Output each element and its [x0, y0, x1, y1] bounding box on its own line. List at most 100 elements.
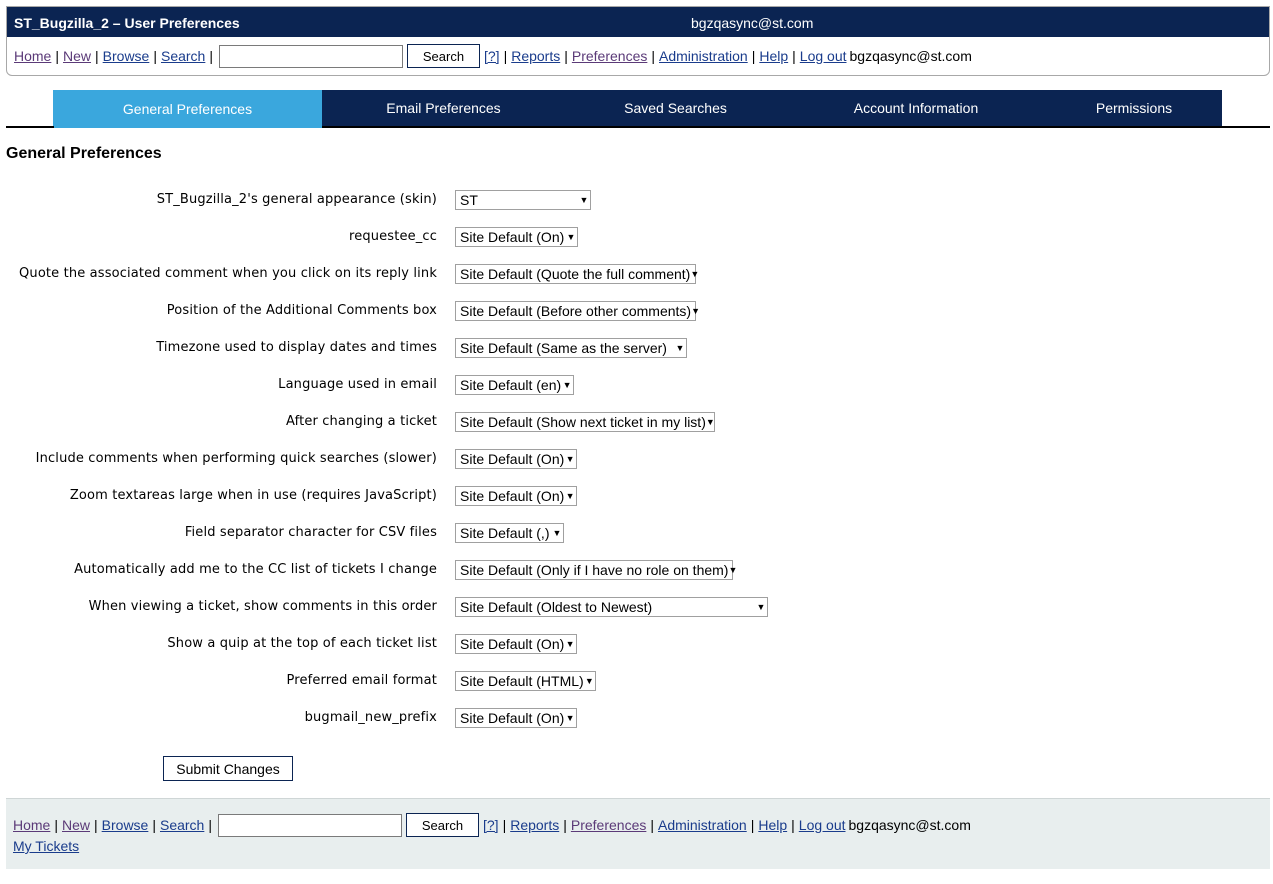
pref-select-auto-cc[interactable]: Site Default (Only if I have no role on … [455, 560, 737, 580]
select-value: Site Default (Quote the full comment) [460, 266, 691, 282]
dropdown-arrow-icon: ▼ [565, 713, 575, 723]
pref-label: Quote the associated comment when you cl… [19, 266, 437, 281]
pref-select-skin[interactable]: ST ▼ [455, 190, 591, 210]
pref-row-auto-cc: Automatically add me to the CC list of t… [0, 557, 1273, 594]
footer-quicksearch-help-link[interactable]: [?] [483, 817, 499, 833]
dropdown-arrow-icon: ▼ [584, 676, 594, 686]
pref-select-zoom-textareas[interactable]: Site Default (On) ▼ [455, 486, 577, 506]
nav-reports-link[interactable]: Reports [511, 48, 560, 64]
pref-label: Language used in email [278, 377, 437, 392]
quicksearch-input[interactable] [218, 44, 403, 68]
tab-email-preferences[interactable]: Email Preferences [322, 90, 565, 126]
select-value: Site Default (Same as the server) [460, 340, 667, 356]
pref-row-after-change: After changing a ticket Site Default (Sh… [0, 409, 1273, 446]
select-value: Site Default (Show next ticket in my lis… [460, 414, 706, 430]
nav-search-link[interactable]: Search [161, 48, 205, 64]
dropdown-arrow-icon: ▼ [705, 417, 715, 427]
logged-in-user: bgzqasync@st.com [691, 15, 814, 31]
pref-row-quote-reply: Quote the associated comment when you cl… [0, 261, 1273, 298]
pref-row-bugmail-prefix: bugmail_new_prefix Site Default (On) ▼ [0, 705, 1273, 742]
pref-label: Show a quip at the top of each ticket li… [167, 636, 437, 651]
pref-label: Field separator character for CSV files [184, 525, 437, 540]
select-value: Site Default (,) [460, 525, 550, 541]
pref-select-bugmail-prefix[interactable]: Site Default (On) ▼ [455, 708, 577, 728]
dropdown-arrow-icon: ▼ [565, 454, 575, 464]
select-value: ST [460, 192, 478, 208]
tab-account-information[interactable]: Account Information [786, 90, 1046, 126]
pref-row-email-language: Language used in email Site Default (en)… [0, 372, 1273, 409]
dropdown-arrow-icon: ▼ [756, 602, 766, 612]
footer-preferences-link[interactable]: Preferences [571, 817, 646, 833]
preferences-form: ST_Bugzilla_2's general appearance (skin… [0, 187, 1273, 742]
tab-general-preferences[interactable]: General Preferences [53, 90, 322, 127]
dropdown-arrow-icon: ▼ [728, 565, 738, 575]
footer-quicksearch-input[interactable] [217, 813, 402, 837]
pref-select-quicksearch-comments[interactable]: Site Default (On) ▼ [455, 449, 577, 469]
pref-select-comment-box-position[interactable]: Site Default (Before other comments) ▼ [455, 301, 700, 321]
page-title: ST_Bugzilla_2 – User Preferences [14, 15, 240, 31]
pref-label: Position of the Additional Comments box [166, 303, 437, 318]
pref-select-csv-separator[interactable]: Site Default (,) ▼ [455, 523, 564, 543]
tab-saved-searches[interactable]: Saved Searches [565, 90, 786, 126]
my-tickets-link[interactable]: My Tickets [13, 838, 79, 854]
footer-administration-link[interactable]: Administration [658, 817, 747, 833]
pref-select-timezone[interactable]: Site Default (Same as the server) ▼ [455, 338, 687, 358]
nav-preferences-link[interactable]: Preferences [572, 48, 647, 64]
pref-row-skin: ST_Bugzilla_2's general appearance (skin… [0, 187, 1273, 224]
nav-browse-link[interactable]: Browse [103, 48, 150, 64]
preferences-tabs: General Preferences Email Preferences Sa… [53, 90, 1222, 127]
dropdown-arrow-icon: ▼ [691, 306, 701, 316]
footer-quicksearch-button[interactable]: Search [405, 813, 479, 837]
footer-nav: Home | New | Browse | Search | Search [?] | R… [13, 813, 971, 837]
pref-select-quote-reply[interactable]: Site Default (Quote the full comment) ▼ [455, 264, 700, 284]
section-title: General Preferences [6, 145, 162, 162]
pref-label: Include comments when performing quick s… [35, 451, 437, 466]
select-value: Site Default (Oldest to Newest) [460, 599, 653, 615]
select-value: Site Default (Before other comments) [460, 303, 692, 319]
pref-label: Automatically add me to the CC list of t… [74, 562, 437, 577]
dropdown-arrow-icon: ▼ [579, 195, 589, 205]
quicksearch-button[interactable]: Search [406, 44, 480, 68]
pref-label: requestee_cc [348, 229, 437, 244]
page-footer: Home | New | Browse | Search | Search [?] | R… [6, 798, 1270, 869]
pref-select-after-change[interactable]: Site Default (Show next ticket in my lis… [455, 412, 715, 432]
pref-select-requestee-cc[interactable]: Site Default (On) ▼ [455, 227, 578, 247]
pref-label: bugmail_new_prefix [304, 710, 437, 725]
select-value: Site Default (On) [460, 451, 565, 467]
nav-logout-link[interactable]: Log out [800, 48, 847, 64]
dropdown-arrow-icon: ▼ [675, 343, 685, 353]
nav-help-link[interactable]: Help [759, 48, 788, 64]
footer-help-link[interactable]: Help [758, 817, 787, 833]
footer-browse-link[interactable]: Browse [102, 817, 149, 833]
footer-new-link[interactable]: New [62, 817, 90, 833]
tab-permissions[interactable]: Permissions [1046, 90, 1222, 126]
select-value: Site Default (HTML) [460, 673, 584, 689]
pref-label: After changing a ticket [286, 414, 437, 429]
pref-select-email-language[interactable]: Site Default (en) ▼ [455, 375, 574, 395]
footer-search-link[interactable]: Search [160, 817, 204, 833]
dropdown-arrow-icon: ▼ [552, 528, 562, 538]
footer-home-link[interactable]: Home [13, 817, 50, 833]
pref-row-quicksearch-comments: Include comments when performing quick s… [0, 446, 1273, 483]
nav-home-link[interactable]: Home [14, 48, 51, 64]
footer-logout-link[interactable]: Log out [799, 817, 846, 833]
nav-administration-link[interactable]: Administration [659, 48, 748, 64]
pref-row-zoom-textareas: Zoom textareas large when in use (requir… [0, 483, 1273, 520]
quicksearch-help-link[interactable]: [?] [484, 48, 500, 64]
submit-changes-button[interactable]: Submit Changes [163, 756, 293, 781]
select-value: Site Default (en) [460, 377, 562, 393]
pref-row-requestee-cc: requestee_cc Site Default (On) ▼ [0, 224, 1273, 261]
select-value: Site Default (On) [460, 229, 565, 245]
pref-select-email-format[interactable]: Site Default (HTML) ▼ [455, 671, 596, 691]
dropdown-arrow-icon: ▼ [690, 269, 700, 279]
pref-select-comment-order[interactable]: Site Default (Oldest to Newest) ▼ [455, 597, 768, 617]
footer-reports-link[interactable]: Reports [510, 817, 559, 833]
page-header: ST_Bugzilla_2 – User Preferences bgzqasy… [6, 6, 1270, 76]
pref-label: When viewing a ticket, show comments in … [88, 599, 437, 614]
pref-row-comment-order: When viewing a ticket, show comments in … [0, 594, 1273, 631]
pref-select-show-quip[interactable]: Site Default (On) ▼ [455, 634, 577, 654]
top-nav: Home | New | Browse | Search | Search [?] | R… [14, 44, 972, 68]
pref-row-comment-box-position: Position of the Additional Comments box … [0, 298, 1273, 335]
nav-new-link[interactable]: New [63, 48, 91, 64]
nav-user-email: bgzqasync@st.com [849, 48, 972, 64]
